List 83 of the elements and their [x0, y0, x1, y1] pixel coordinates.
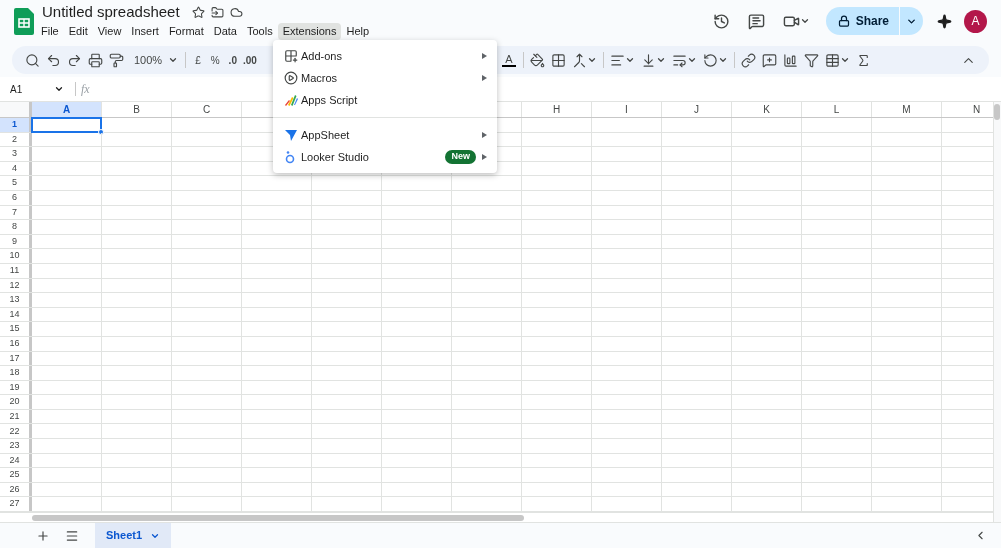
menu-item[interactable]: Edit: [63, 22, 93, 40]
fx-label: fx: [81, 81, 90, 98]
row-header[interactable]: 25: [0, 468, 32, 482]
folder-icon[interactable]: [210, 6, 224, 19]
name-box[interactable]: A1: [0, 81, 70, 97]
menu-option[interactable]: Add-ons: [273, 45, 497, 67]
row-header[interactable]: 27: [0, 497, 32, 512]
cloud-icon[interactable]: [229, 6, 243, 19]
row-header[interactable]: 9: [0, 234, 32, 249]
row-header[interactable]: 10: [0, 249, 32, 263]
row-header[interactable]: 20: [0, 395, 32, 409]
row-header[interactable]: 26: [0, 482, 32, 497]
row-header[interactable]: 7: [0, 205, 32, 220]
row-header[interactable]: 2: [0, 132, 32, 147]
row-header[interactable]: 23: [0, 439, 32, 453]
menu-item[interactable]: File: [36, 22, 64, 40]
menu-option[interactable]: Macros: [273, 67, 497, 89]
menu-item[interactable]: View: [92, 22, 127, 40]
row-header[interactable]: 21: [0, 409, 32, 424]
add-sheet-icon[interactable]: [36, 528, 50, 543]
grid-plus-icon: [284, 49, 298, 63]
play-circle-icon: [284, 71, 298, 85]
menu-item[interactable]: Insert: [126, 22, 164, 40]
horizontal-scrollbar[interactable]: [32, 514, 524, 521]
caret-icon: [168, 55, 179, 65]
row-header[interactable]: 22: [0, 424, 32, 439]
sparkle-icon[interactable]: [937, 13, 952, 29]
caret-icon: [799, 16, 810, 26]
sheets-logo-icon[interactable]: [14, 7, 34, 35]
looker-icon: [284, 150, 296, 164]
selected-cell[interactable]: [31, 117, 102, 133]
menu-option[interactable]: Apps Script: [273, 89, 497, 111]
account-avatar[interactable]: A: [964, 9, 987, 33]
column-header[interactable]: M: [872, 102, 942, 117]
row-header[interactable]: 13: [0, 293, 32, 307]
menu-item[interactable]: Format: [163, 22, 209, 40]
menu-item[interactable]: Extensions: [277, 22, 342, 40]
row-header[interactable]: 11: [0, 263, 32, 278]
row-header[interactable]: 4: [0, 161, 32, 176]
row-header[interactable]: 17: [0, 351, 32, 366]
document-title[interactable]: Untitled spreadsheet: [42, 1, 180, 24]
row-header[interactable]: 12: [0, 278, 32, 293]
row-header[interactable]: 1: [0, 118, 32, 132]
row-header[interactable]: 14: [0, 307, 32, 322]
column-header[interactable]: A: [32, 102, 102, 117]
row-header[interactable]: 6: [0, 190, 32, 205]
increase-decimals-button[interactable]: .00: [240, 52, 259, 68]
row-header[interactable]: 5: [0, 176, 32, 190]
vertical-scrollbar[interactable]: [994, 104, 1000, 120]
zoom-select[interactable]: 100%: [131, 51, 182, 69]
menu-option[interactable]: AppSheet: [273, 124, 497, 146]
row-header[interactable]: 24: [0, 453, 32, 468]
all-sheets-icon[interactable]: [65, 528, 79, 543]
column-header[interactable]: H: [522, 102, 592, 117]
comments-icon[interactable]: [747, 12, 765, 30]
text-color-button[interactable]: A: [497, 53, 520, 67]
currency-button[interactable]: £: [190, 52, 206, 68]
sheet-tab[interactable]: Sheet1: [95, 523, 172, 548]
lock-icon: [837, 15, 850, 27]
menu-option[interactable]: Looker Studio New: [273, 146, 497, 168]
menu-item[interactable]: Data: [208, 22, 242, 40]
column-header[interactable]: L: [802, 102, 872, 117]
history-icon[interactable]: [712, 12, 730, 30]
appsheet-icon: [284, 128, 298, 142]
column-header[interactable]: B: [102, 102, 172, 117]
row-header[interactable]: 15: [0, 322, 32, 336]
row-header[interactable]: 8: [0, 220, 32, 234]
column-header[interactable]: C: [172, 102, 242, 117]
row-header[interactable]: 18: [0, 366, 32, 380]
row-header[interactable]: 16: [0, 336, 32, 351]
new-badge: New: [445, 150, 476, 164]
menu-item[interactable]: Tools: [241, 22, 278, 40]
column-header[interactable]: J: [662, 102, 732, 117]
row-header[interactable]: 19: [0, 380, 32, 395]
percent-button[interactable]: %: [205, 52, 225, 68]
caret-icon: [54, 84, 64, 94]
decrease-decimals-button[interactable]: .0: [224, 52, 241, 68]
column-header[interactable]: K: [732, 102, 802, 117]
apps-script-icon: [284, 93, 298, 107]
column-header[interactable]: I: [592, 102, 662, 117]
row-header[interactable]: 3: [0, 147, 32, 161]
menu-item[interactable]: Help: [341, 22, 375, 40]
star-icon[interactable]: [191, 6, 205, 19]
